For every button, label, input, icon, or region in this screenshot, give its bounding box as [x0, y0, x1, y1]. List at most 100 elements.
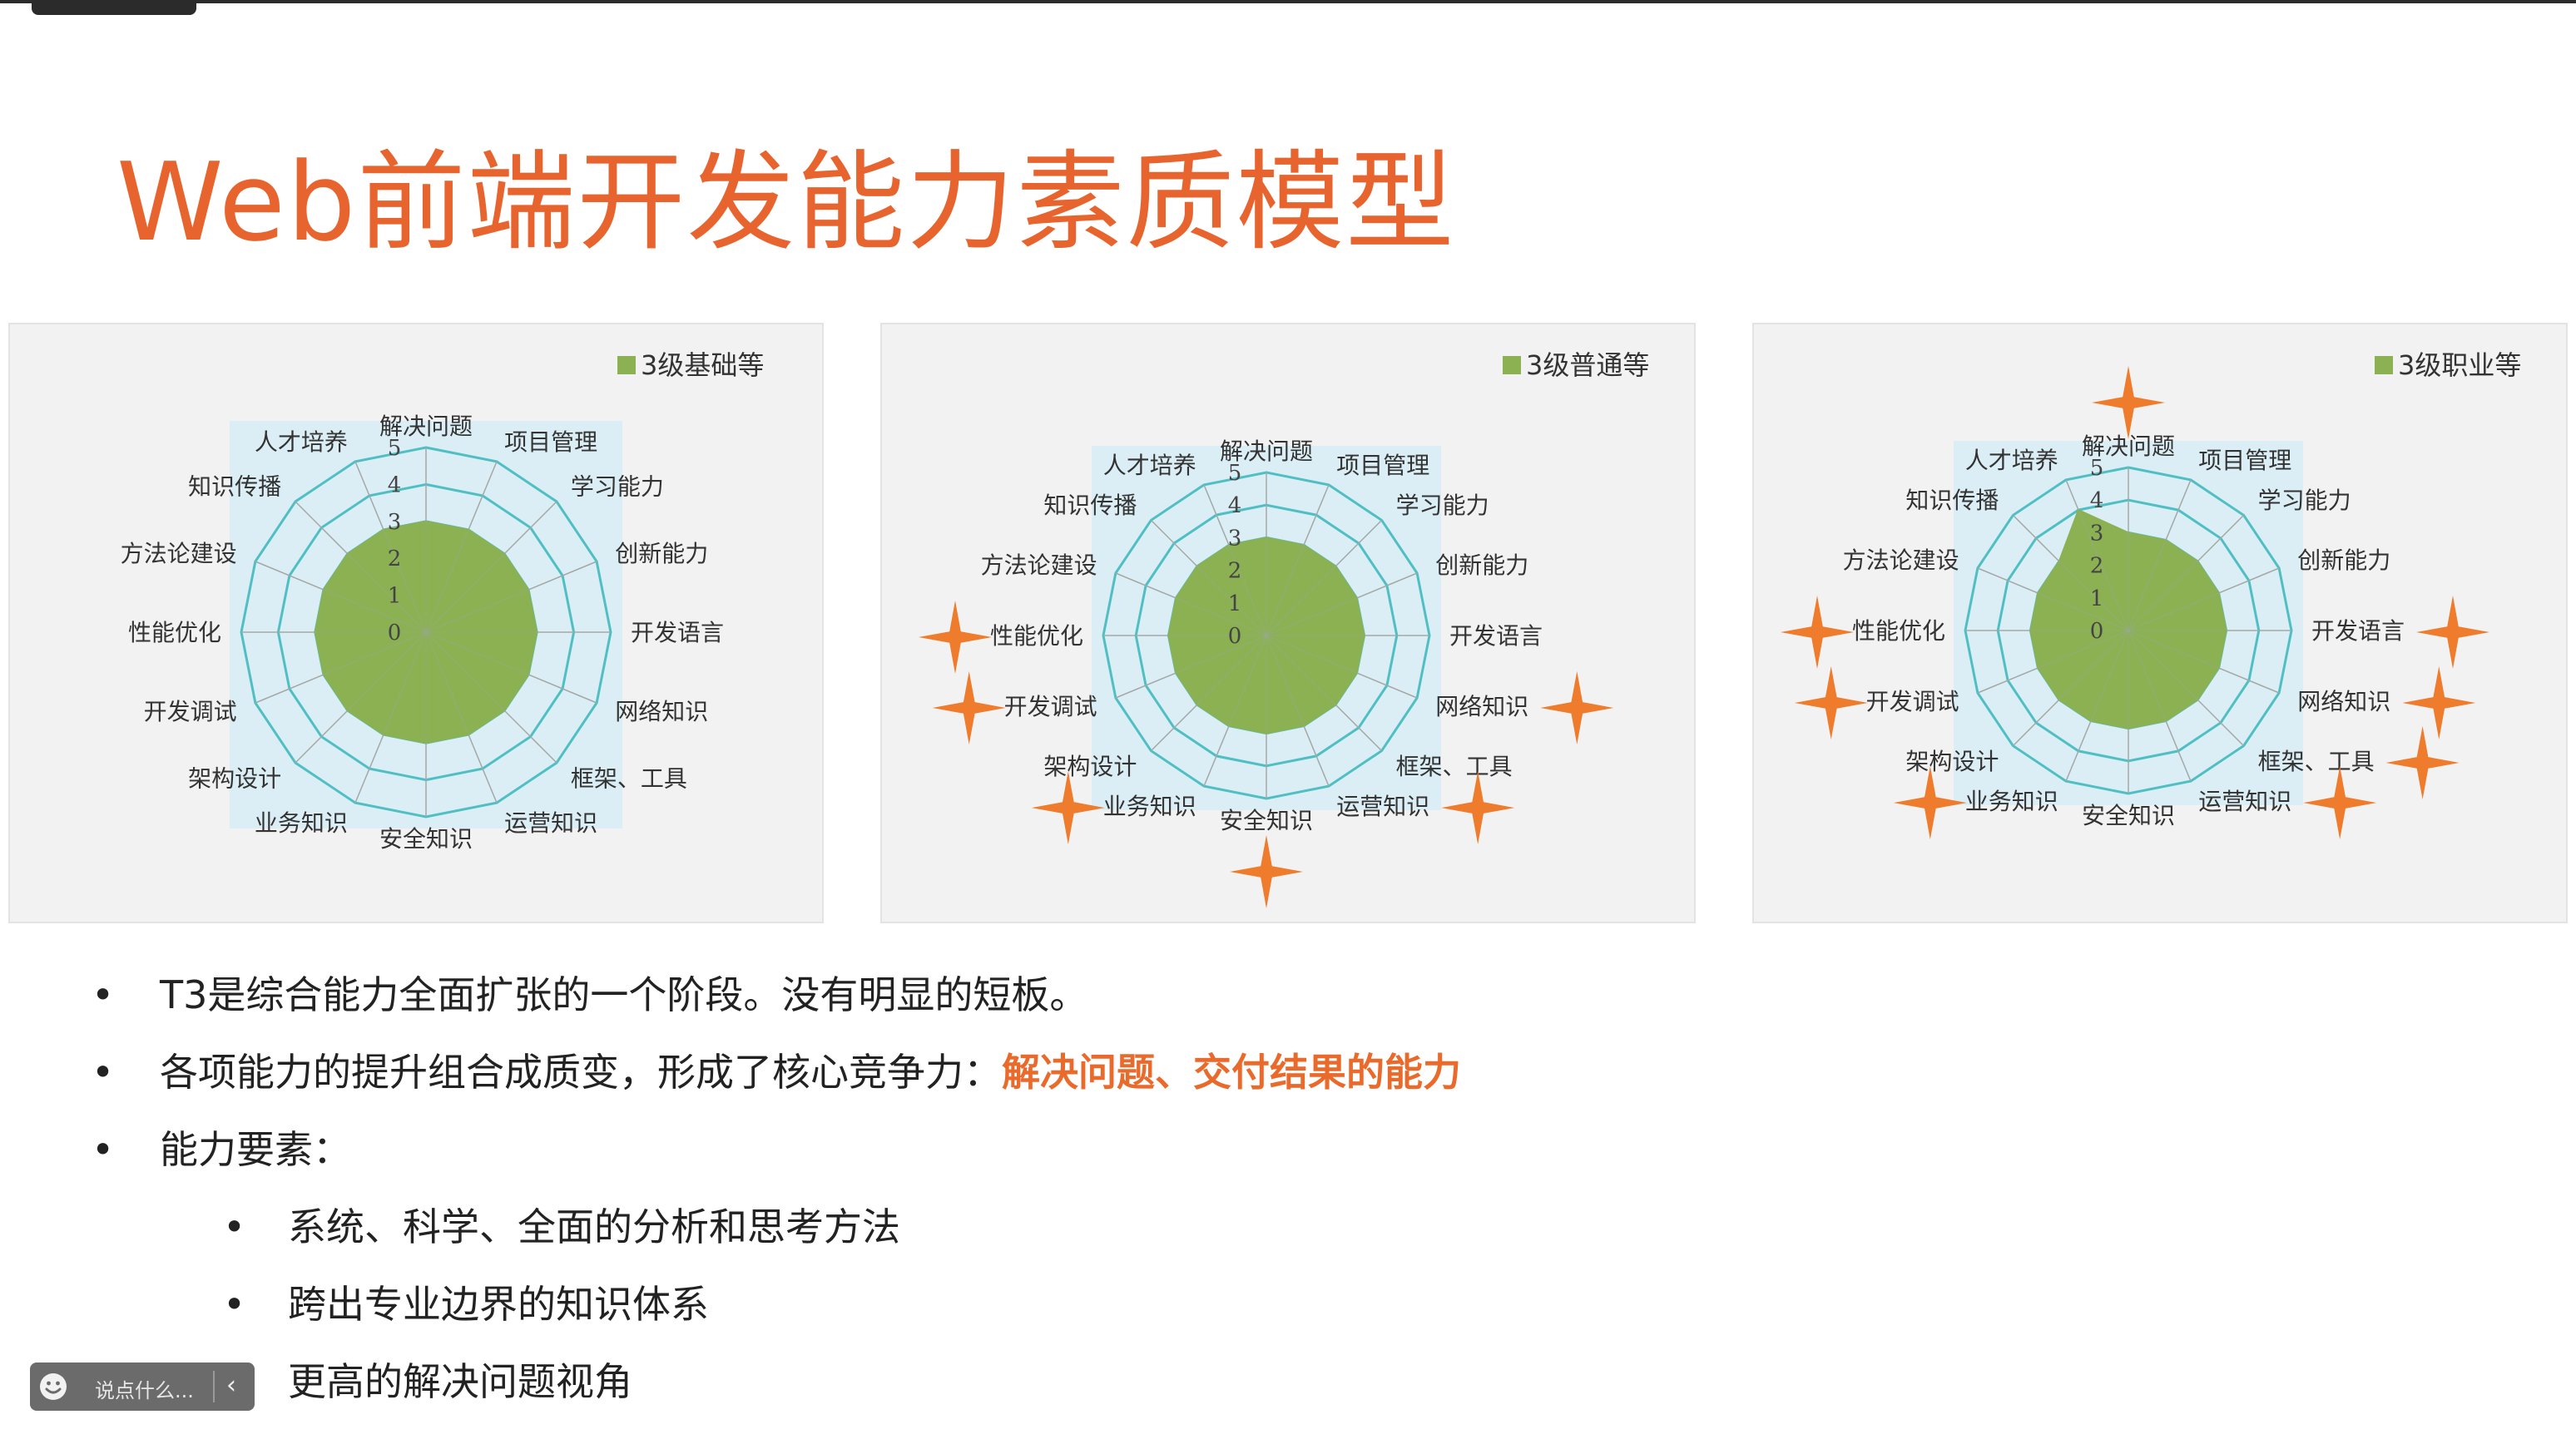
bullet-marker: •	[223, 1282, 246, 1327]
legend-swatch	[2375, 356, 2393, 374]
star-icon	[1540, 671, 1614, 744]
radar-axis-label: 学习能力	[2258, 487, 2351, 514]
radar-tick-label: 2	[388, 546, 402, 571]
emoji-icon[interactable]	[38, 1372, 68, 1402]
radar-axis-label: 解决问题	[379, 413, 473, 440]
radar-panel-professional: 0 1 2 3 4 5 解决问题 项目管理 学习能力 创新能力 开发语言 网络知识 框架、工具 运营知识安…	[1752, 323, 2568, 923]
radar-axis-label: 学习能力	[1396, 492, 1489, 519]
radar-chart-basic: 012345解决问题项目管理学习能力创新能力开发语言网络知识框架、工具运营知识安…	[121, 349, 765, 853]
chevron-left-icon[interactable]: ‹	[226, 1371, 236, 1400]
sub-bullet-text: 系统、科学、全面的分析和思考方法	[288, 1204, 900, 1249]
radar-axis-label: 创新能力	[2297, 546, 2390, 574]
radar-tick-label: 2	[2090, 554, 2104, 579]
window-top-tab	[32, 0, 196, 15]
radar-axis-label: 运营知识	[2198, 788, 2291, 815]
bullet-marker: •	[223, 1204, 246, 1249]
radar-axis-label: 项目管理	[504, 428, 597, 456]
radar-axis-label: 架构设计	[188, 764, 281, 792]
bullet-marker: •	[92, 972, 115, 1017]
legend-label: 3级基础等	[641, 349, 764, 381]
radar-axis-label: 人才培养	[1965, 447, 2058, 474]
radar-axis-label: 网络知识	[1435, 693, 1528, 720]
radar-axis-label: 开发语言	[1449, 622, 1543, 650]
window-top-border	[0, 0, 2576, 3]
comment-input[interactable]: 说点什么... ‹	[30, 1363, 255, 1411]
radar-axis-label: 框架、工具	[571, 764, 687, 792]
radar-axis-label: 人才培养	[255, 428, 348, 456]
radar-tick-label: 1	[1228, 591, 1242, 616]
radar-axis-label: 框架、工具	[1396, 753, 1513, 780]
radar-axis-label: 项目管理	[2198, 447, 2291, 474]
star-icon	[1781, 596, 1854, 669]
radar-axis-label: 知识传播	[188, 473, 281, 501]
radar-axis-label: 项目管理	[1336, 452, 1429, 479]
bullet-marker: •	[92, 1050, 115, 1095]
radar-axis-label: 解决问题	[1220, 438, 1313, 465]
radar-chart-professional: 012345解决问题项目管理学习能力创新能力开发语言网络知识框架、工具运营知识安…	[1781, 349, 2521, 840]
radar-axis-label: 网络知识	[615, 698, 708, 725]
radar-tick-label: 4	[388, 472, 402, 497]
star-icon	[2303, 766, 2377, 840]
radar-tick-label: 2	[1228, 559, 1242, 584]
radar-axis-label: 安全知识	[379, 825, 473, 853]
radar-axis-label: 运营知识	[1336, 793, 1429, 820]
radar-tick-label: 4	[1228, 493, 1242, 518]
radar-axis-label: 架构设计	[1043, 753, 1137, 780]
radar-axis-label: 学习能力	[571, 473, 664, 501]
radar-axis-label: 安全知识	[1220, 807, 1313, 834]
radar-axis-label: 人才培养	[1103, 452, 1196, 479]
radar-axis-label: 创新能力	[615, 540, 708, 567]
radar-axis-label: 知识传播	[1043, 492, 1137, 519]
radar-axis-label: 安全知识	[2082, 802, 2175, 829]
radar-tick-label: 3	[388, 510, 402, 535]
radar-axis-label: 方法论建设	[121, 540, 237, 567]
radar-axis-label: 运营知识	[504, 809, 597, 837]
bullet-marker: •	[92, 1127, 115, 1172]
radar-chart-normal: 012345解决问题项目管理学习能力创新能力开发语言网络知识框架、工具运营知识安…	[919, 349, 1649, 908]
star-icon	[2385, 726, 2460, 799]
radar-tick-label: 0	[2090, 619, 2104, 644]
slide-title: Web前端开发能力素质模型	[116, 139, 1456, 265]
radar-axis-label: 业务知识	[1103, 793, 1196, 820]
divider	[213, 1371, 215, 1402]
bullet-text: 能力要素：	[160, 1127, 351, 1172]
legend-swatch	[1503, 356, 1521, 374]
radar-tick-label: 3	[1228, 526, 1242, 551]
star-icon	[919, 601, 992, 674]
radar-axis-label: 性能优化	[1852, 617, 1945, 645]
radar-tick-label: 0	[388, 621, 402, 645]
sub-bullet-text: 更高的解决问题视角	[288, 1359, 632, 1404]
star-icon	[1794, 666, 1868, 739]
star-icon	[2416, 596, 2489, 669]
radar-panel-basic: 0 1 2 3 4 5 解决问题 项目管理 学习能力 创新能力 开发语言 网络知识 框架、工具 运营知识安…	[8, 323, 824, 923]
radar-tick-label: 1	[2090, 586, 2104, 611]
radar-tick-label: 4	[2090, 488, 2104, 513]
legend-label: 3级普通等	[1526, 349, 1649, 381]
radar-axis-label: 开发调试	[144, 698, 237, 725]
comment-placeholder: 说点什么...	[95, 1379, 194, 1402]
radar-axis-label: 网络知识	[2297, 688, 2390, 715]
radar-panel-normal: 0 1 2 3 4 5 解决问题 项目管理 学习能力 创新能力 开发语言 网络知识 框架、工具 运营知识安…	[880, 323, 1696, 923]
bullet-text: 各项能力的提升组合成质变，形成了核心竞争力：	[160, 1050, 1002, 1095]
radar-tick-label: 1	[388, 584, 402, 609]
radar-tick-label: 0	[1228, 624, 1242, 649]
radar-axis-label: 开发调试	[1004, 693, 1097, 720]
radar-tick-label: 3	[2090, 521, 2104, 546]
bullet-text: T3是综合能力全面扩张的一个阶段。没有明显的短板。	[160, 972, 1088, 1017]
radar-axis-label: 知识传播	[1905, 487, 1999, 514]
radar-axis-label: 架构设计	[1905, 748, 1999, 775]
star-icon	[2092, 366, 2165, 439]
star-icon	[2402, 666, 2476, 739]
sub-bullet-text: 跨出专业边界的知识体系	[288, 1282, 709, 1327]
radar-axis-label: 框架、工具	[2258, 748, 2375, 775]
highlight-text: 解决问题、交付结果的能力	[1002, 1050, 1461, 1095]
legend-swatch	[617, 356, 636, 374]
legend-label: 3级职业等	[2398, 349, 2521, 381]
star-icon	[1441, 771, 1515, 845]
star-icon	[932, 671, 1006, 744]
radar-axis-label: 性能优化	[128, 619, 221, 646]
radar-axis-label: 方法论建设	[981, 551, 1097, 579]
radar-axis-label: 业务知识	[255, 809, 348, 837]
radar-axis-label: 开发调试	[1866, 688, 1959, 715]
star-icon	[1230, 835, 1303, 908]
